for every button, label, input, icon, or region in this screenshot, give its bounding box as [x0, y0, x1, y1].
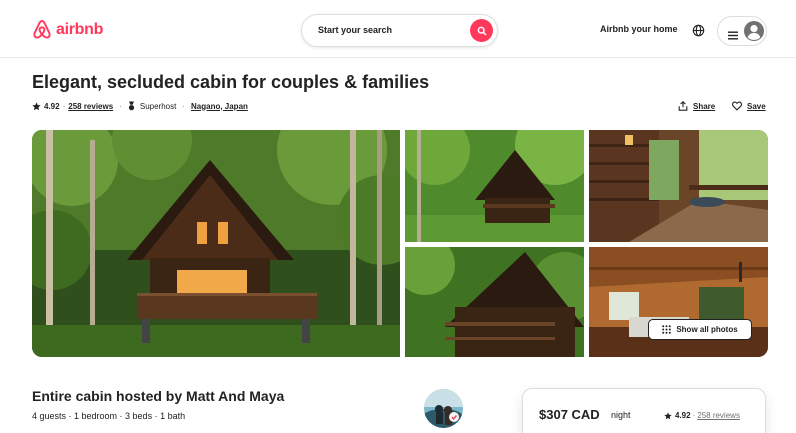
photo-interior[interactable]	[589, 247, 768, 357]
share-icon	[678, 101, 688, 111]
star-icon	[32, 101, 41, 110]
host-title: Entire cabin hosted by Matt And Maya	[32, 388, 285, 404]
show-all-photos-button[interactable]: Show all photos	[648, 319, 752, 340]
globe-icon[interactable]	[692, 24, 705, 37]
superhost-medal-icon	[128, 101, 134, 111]
photo-deck[interactable]	[589, 130, 768, 242]
save-button[interactable]: Save	[732, 100, 766, 112]
share-label: Share	[693, 101, 716, 111]
booking-card: $307 CAD night 4.92 · 258 reviews	[522, 388, 766, 433]
save-label: Save	[747, 101, 766, 111]
separator-dot: ·	[119, 101, 122, 111]
listing-title: Elegant, secluded cabin for couples & fa…	[32, 72, 430, 92]
airbnb-logo[interactable]: airbnb	[32, 19, 103, 40]
booking-reviews-link[interactable]: 258 reviews	[697, 411, 740, 420]
show-all-photos-label: Show all photos	[676, 325, 738, 334]
star-icon	[664, 411, 672, 419]
photo-cabin-exterior-side[interactable]	[405, 130, 584, 242]
price-unit: night	[611, 410, 631, 420]
grid-icon	[662, 325, 672, 334]
hamburger-icon	[728, 27, 738, 40]
airbnb-logo-icon	[32, 19, 52, 40]
reviews-link[interactable]: 258 reviews	[68, 102, 113, 111]
superhost-badge: Superhost	[139, 101, 177, 111]
location-link[interactable]: Nagano, Japan	[191, 102, 248, 111]
separator-dot: ·	[182, 101, 185, 111]
listing-meta: 4.92 · 258 reviews · Superhost · Nagano,…	[32, 100, 248, 112]
booking-rating: 4.92 · 258 reviews	[664, 411, 740, 420]
logo-text: airbnb	[56, 20, 104, 38]
search-placeholder[interactable]: Start your search	[318, 25, 392, 35]
nightly-price: $307 CAD	[539, 407, 600, 422]
listing-rating: 4.92	[44, 101, 60, 111]
separator-dot: ·	[62, 101, 66, 111]
share-button[interactable]: Share	[678, 100, 715, 112]
search-button[interactable]	[470, 19, 493, 42]
profile-menu-button[interactable]	[717, 16, 767, 46]
listing-summary: 4 guests · 1 bedroom · 3 beds · 1 bath	[32, 411, 186, 421]
user-avatar-icon	[744, 21, 764, 41]
top-navigation: airbnb Start your search Airbnb your hom…	[0, 0, 796, 58]
separator-dot: ·	[692, 411, 696, 420]
booking-rating-value: 4.92	[675, 411, 691, 420]
host-avatar[interactable]	[424, 389, 463, 428]
search-bar[interactable]: Start your search	[301, 14, 498, 47]
photo-cabin-exterior-main[interactable]	[32, 130, 400, 357]
search-icon	[477, 26, 486, 35]
heart-icon	[732, 101, 742, 111]
airbnb-your-home-link[interactable]: Airbnb your home	[600, 24, 678, 34]
photo-cabin-exterior-deck[interactable]	[405, 247, 584, 357]
